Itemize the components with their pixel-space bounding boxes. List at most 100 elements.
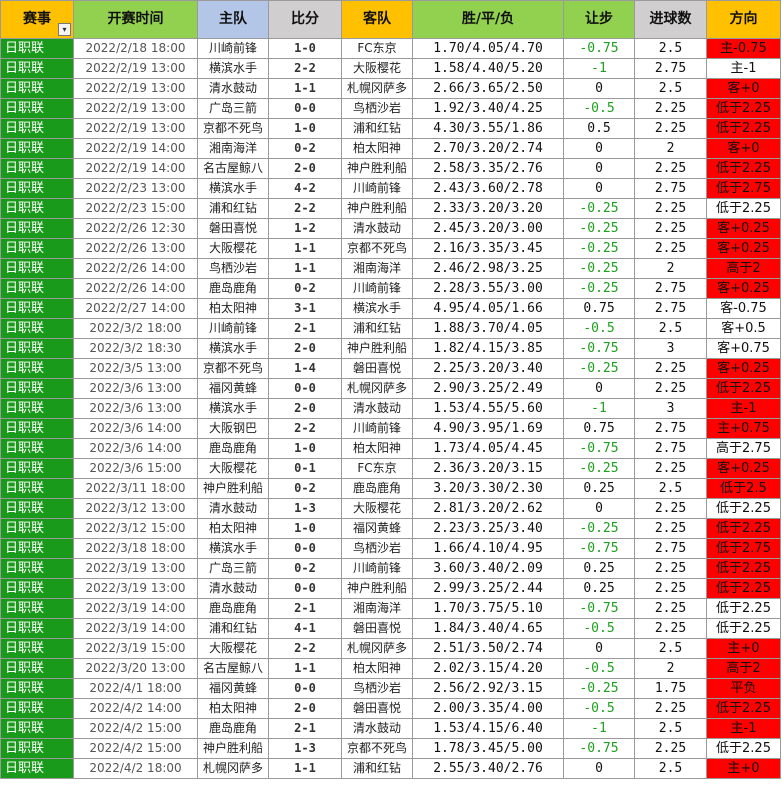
goals-cell[interactable]: 2.25 [634,118,707,139]
score-cell[interactable]: 0-2 [268,558,342,579]
direction-cell[interactable]: 客+0.25 [706,458,781,479]
time-cell[interactable]: 2022/2/19 13:00 [73,118,198,139]
league-cell[interactable]: 日职联 [0,458,74,479]
handicap-cell[interactable]: -0.5 [563,98,635,119]
away-team-cell[interactable]: 清水鼓动 [341,398,413,419]
time-cell[interactable]: 2022/3/6 13:00 [73,378,198,399]
handicap-cell[interactable]: 0 [563,498,635,519]
away-team-cell[interactable]: 浦和红钻 [341,758,413,779]
odds-cell[interactable]: 4.90/3.95/1.69 [412,418,564,439]
score-cell[interactable]: 0-0 [268,98,342,119]
home-team-cell[interactable]: 名古屋鲸八 [197,158,269,179]
time-cell[interactable]: 2022/2/26 13:00 [73,238,198,259]
home-team-cell[interactable]: 京都不死鸟 [197,118,269,139]
odds-cell[interactable]: 1.92/3.40/4.25 [412,98,564,119]
away-team-cell[interactable]: 京都不死鸟 [341,738,413,759]
home-team-cell[interactable]: 川崎前锋 [197,318,269,339]
goals-cell[interactable]: 2.25 [634,698,707,719]
home-team-cell[interactable]: 札幌冈萨多 [197,758,269,779]
league-cell[interactable]: 日职联 [0,498,74,519]
odds-cell[interactable]: 1.70/4.05/4.70 [412,38,564,59]
league-cell[interactable]: 日职联 [0,598,74,619]
odds-cell[interactable]: 4.30/3.55/1.86 [412,118,564,139]
direction-cell[interactable]: 高于2 [706,258,781,279]
direction-cell[interactable]: 低于2.75 [706,178,781,199]
handicap-cell[interactable]: -0.25 [563,518,635,539]
league-cell[interactable]: 日职联 [0,678,74,699]
score-cell[interactable]: 1-0 [268,438,342,459]
direction-cell[interactable]: 主-1 [706,58,781,79]
score-cell[interactable]: 4-1 [268,618,342,639]
odds-cell[interactable]: 2.66/3.65/2.50 [412,78,564,99]
home-team-cell[interactable]: 横滨水手 [197,338,269,359]
goals-cell[interactable]: 2 [634,658,707,679]
handicap-cell[interactable]: -1 [563,58,635,79]
odds-cell[interactable]: 3.60/3.40/2.09 [412,558,564,579]
direction-cell[interactable]: 低于2.25 [706,578,781,599]
handicap-cell[interactable]: -1 [563,718,635,739]
handicap-cell[interactable]: -0.75 [563,538,635,559]
league-cell[interactable]: 日职联 [0,58,74,79]
handicap-cell[interactable]: 0 [563,378,635,399]
direction-cell[interactable]: 低于2.25 [706,158,781,179]
home-team-cell[interactable]: 鹿岛鹿角 [197,718,269,739]
home-team-cell[interactable]: 柏太阳神 [197,698,269,719]
direction-cell[interactable]: 高于2.75 [706,438,781,459]
handicap-cell[interactable]: 0 [563,78,635,99]
time-cell[interactable]: 2022/4/1 18:00 [73,678,198,699]
direction-cell[interactable]: 主+0.75 [706,418,781,439]
time-cell[interactable]: 2022/4/2 15:00 [73,738,198,759]
score-cell[interactable]: 0-2 [268,138,342,159]
direction-cell[interactable]: 主-0.75 [706,38,781,59]
header-away[interactable]: 客队 [341,0,413,39]
score-cell[interactable]: 2-0 [268,698,342,719]
direction-cell[interactable]: 低于2.25 [706,618,781,639]
away-team-cell[interactable]: FC东京 [341,38,413,59]
odds-cell[interactable]: 2.58/3.35/2.76 [412,158,564,179]
league-cell[interactable]: 日职联 [0,358,74,379]
score-cell[interactable]: 2-2 [268,58,342,79]
time-cell[interactable]: 2022/2/19 14:00 [73,138,198,159]
odds-cell[interactable]: 1.53/4.55/5.60 [412,398,564,419]
time-cell[interactable]: 2022/2/18 18:00 [73,38,198,59]
score-cell[interactable]: 2-0 [268,338,342,359]
direction-cell[interactable]: 客+0.5 [706,318,781,339]
away-team-cell[interactable]: 清水鼓动 [341,218,413,239]
odds-cell[interactable]: 2.00/3.35/4.00 [412,698,564,719]
time-cell[interactable]: 2022/3/19 13:00 [73,578,198,599]
header-direction[interactable]: 方向 [706,0,781,39]
away-team-cell[interactable]: 札幌冈萨多 [341,638,413,659]
time-cell[interactable]: 2022/3/11 18:00 [73,478,198,499]
direction-cell[interactable]: 低于2.5 [706,478,781,499]
away-team-cell[interactable]: 湘南海洋 [341,258,413,279]
odds-cell[interactable]: 1.58/4.40/5.20 [412,58,564,79]
handicap-cell[interactable]: -0.75 [563,438,635,459]
score-cell[interactable]: 4-2 [268,178,342,199]
home-team-cell[interactable]: 清水鼓动 [197,78,269,99]
goals-cell[interactable]: 2.25 [634,198,707,219]
handicap-cell[interactable]: 0 [563,758,635,779]
away-team-cell[interactable]: 京都不死鸟 [341,238,413,259]
odds-cell[interactable]: 1.53/4.15/6.40 [412,718,564,739]
home-team-cell[interactable]: 横滨水手 [197,538,269,559]
away-team-cell[interactable]: 磐田喜悦 [341,698,413,719]
time-cell[interactable]: 2022/3/19 14:00 [73,598,198,619]
home-team-cell[interactable]: 鹿岛鹿角 [197,438,269,459]
handicap-cell[interactable]: -0.25 [563,238,635,259]
time-cell[interactable]: 2022/3/6 14:00 [73,438,198,459]
handicap-cell[interactable]: 0.75 [563,298,635,319]
odds-cell[interactable]: 1.70/3.75/5.10 [412,598,564,619]
score-cell[interactable]: 0-0 [268,378,342,399]
league-cell[interactable]: 日职联 [0,578,74,599]
home-team-cell[interactable]: 鹿岛鹿角 [197,278,269,299]
odds-cell[interactable]: 1.66/4.10/4.95 [412,538,564,559]
home-team-cell[interactable]: 柏太阳神 [197,518,269,539]
league-cell[interactable]: 日职联 [0,198,74,219]
handicap-cell[interactable]: -0.25 [563,358,635,379]
odds-cell[interactable]: 2.02/3.15/4.20 [412,658,564,679]
handicap-cell[interactable]: -0.5 [563,618,635,639]
time-cell[interactable]: 2022/2/26 12:30 [73,218,198,239]
league-cell[interactable]: 日职联 [0,438,74,459]
odds-cell[interactable]: 2.51/3.50/2.74 [412,638,564,659]
goals-cell[interactable]: 2.25 [634,578,707,599]
